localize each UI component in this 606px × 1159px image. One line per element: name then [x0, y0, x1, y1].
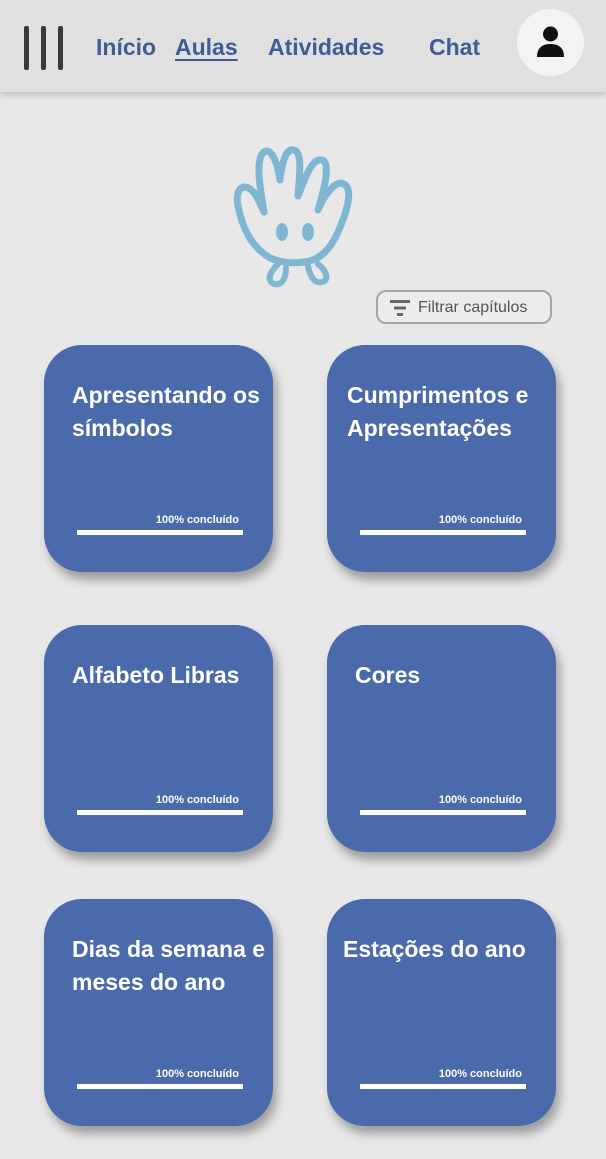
progress-bar — [360, 530, 526, 535]
nav-atividades[interactable]: Atividades — [268, 34, 384, 61]
chapter-title: Cores — [355, 662, 421, 688]
chapter-card[interactable]: Dias da semana e meses do ano 100% concl… — [44, 899, 273, 1126]
chapter-title: Cumprimentos e Apresentações — [347, 382, 529, 441]
progress-bar — [77, 1084, 243, 1089]
progress-label: 100% concluído — [438, 514, 522, 526]
nav-inicio[interactable]: Início — [96, 34, 156, 61]
progress-label: 100% concluído — [438, 1068, 522, 1080]
chapter-title: Alfabeto Libras — [72, 662, 240, 688]
progress-fill — [360, 530, 526, 535]
progress-fill — [360, 1084, 526, 1089]
progress-bar — [360, 810, 526, 815]
progress-bar — [77, 810, 243, 815]
chapter-title: Apresentando os símbolos — [72, 382, 260, 441]
progress-fill — [77, 530, 243, 535]
hand-mascot-icon — [233, 146, 353, 288]
filter-chapters-button[interactable]: Filtrar capítulos — [376, 290, 552, 324]
nav-aulas[interactable]: Aulas — [175, 34, 238, 61]
progress-bar — [77, 530, 243, 535]
hamburger-menu-icon[interactable] — [22, 26, 66, 72]
nav-chat[interactable]: Chat — [429, 34, 480, 61]
chapter-title: Dias da semana e meses do ano — [72, 936, 266, 995]
progress-label: 100% concluído — [438, 794, 522, 806]
profile-button[interactable] — [517, 9, 584, 76]
progress-bar — [360, 1084, 526, 1089]
filter-icon — [390, 300, 410, 316]
chapter-card[interactable]: Cumprimentos e Apresentações 100% conclu… — [327, 345, 556, 572]
progress-fill — [360, 810, 526, 815]
progress-label: 100% concluído — [155, 1068, 239, 1080]
progress-fill — [77, 810, 243, 815]
progress-label: 100% concluído — [155, 514, 239, 526]
chapter-title: Estações do ano — [343, 936, 526, 962]
top-navigation-bar: Início Aulas Atividades Chat — [0, 0, 606, 92]
progress-label: 100% concluído — [155, 794, 239, 806]
chapter-card[interactable]: Apresentando os símbolos 100% concluído — [44, 345, 273, 572]
chapter-card[interactable]: Estações do ano 100% concluído — [327, 899, 556, 1126]
filter-label: Filtrar capítulos — [418, 299, 528, 316]
progress-fill — [77, 1084, 243, 1089]
chapter-card[interactable]: Cores 100% concluído — [327, 625, 556, 852]
chapter-card[interactable]: Alfabeto Libras 100% concluído — [44, 625, 273, 852]
user-icon — [537, 26, 564, 57]
